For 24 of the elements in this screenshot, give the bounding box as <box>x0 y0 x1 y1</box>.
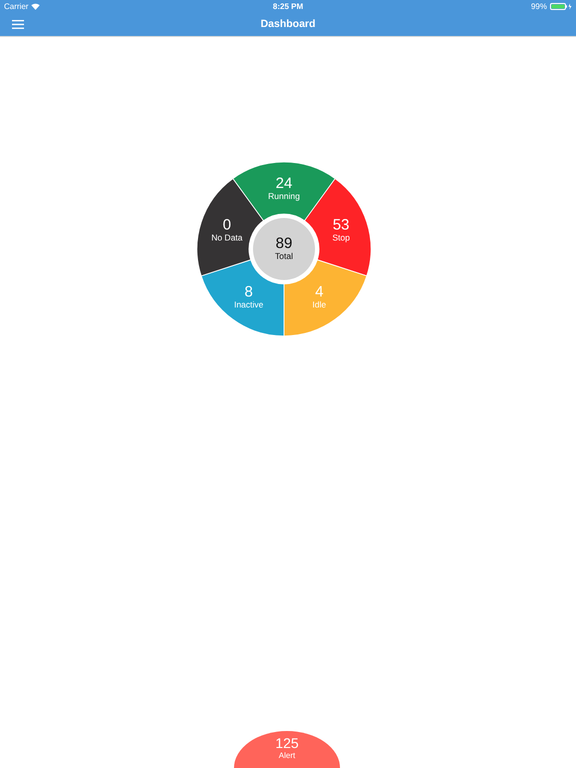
battery-percent: 99% <box>530 2 547 10</box>
total-circle <box>253 218 315 280</box>
status-segment[interactable] <box>196 178 264 276</box>
segment-label: Running <box>268 191 300 201</box>
alert-button[interactable]: 125 Alert <box>234 731 340 768</box>
total-label: Total <box>275 251 293 261</box>
page-title: Dashboard <box>260 18 316 30</box>
segment-count: 4 <box>315 284 324 301</box>
segment-label: No Data <box>211 232 243 242</box>
segment-count: 8 <box>244 284 253 301</box>
clock-time: 8:25 PM <box>272 2 304 10</box>
status-segment[interactable] <box>200 259 284 336</box>
segment-label: Stop <box>332 232 350 242</box>
total-count: 89 <box>276 235 292 252</box>
menu-button[interactable] <box>12 18 24 30</box>
segment-count: 24 <box>276 175 292 192</box>
carrier-label: Carrier <box>4 2 28 10</box>
segment-count: 53 <box>332 216 350 234</box>
segment-label: Idle <box>312 300 326 310</box>
segment-label: Inactive <box>234 300 264 310</box>
segment-count: 0 <box>222 216 232 234</box>
battery-icon <box>550 2 572 10</box>
menu-icon <box>12 20 24 28</box>
wifi-icon <box>31 2 40 10</box>
